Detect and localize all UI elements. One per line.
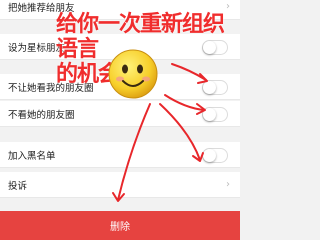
smiley-face-icon (108, 49, 158, 99)
blacklist-row[interactable]: 加入黑名单 (0, 142, 240, 168)
blacklist-toggle[interactable] (202, 148, 228, 163)
toggle-knob (203, 108, 216, 121)
hide-her-moments-toggle[interactable] (202, 107, 228, 122)
hide-her-moments-label: 不看她的朋友圈 (8, 109, 75, 121)
chevron-right-icon: › (226, 1, 230, 12)
delete-button[interactable]: 删除 (0, 211, 240, 240)
toggle-knob (203, 149, 216, 162)
hide-her-moments-row[interactable]: 不看她的朋友圈 (0, 101, 240, 127)
report-label: 投诉 (8, 180, 28, 192)
chevron-right-icon: › (226, 179, 230, 190)
blacklist-label: 加入黑名单 (8, 150, 56, 162)
report-row[interactable]: 投诉 › (0, 172, 240, 198)
